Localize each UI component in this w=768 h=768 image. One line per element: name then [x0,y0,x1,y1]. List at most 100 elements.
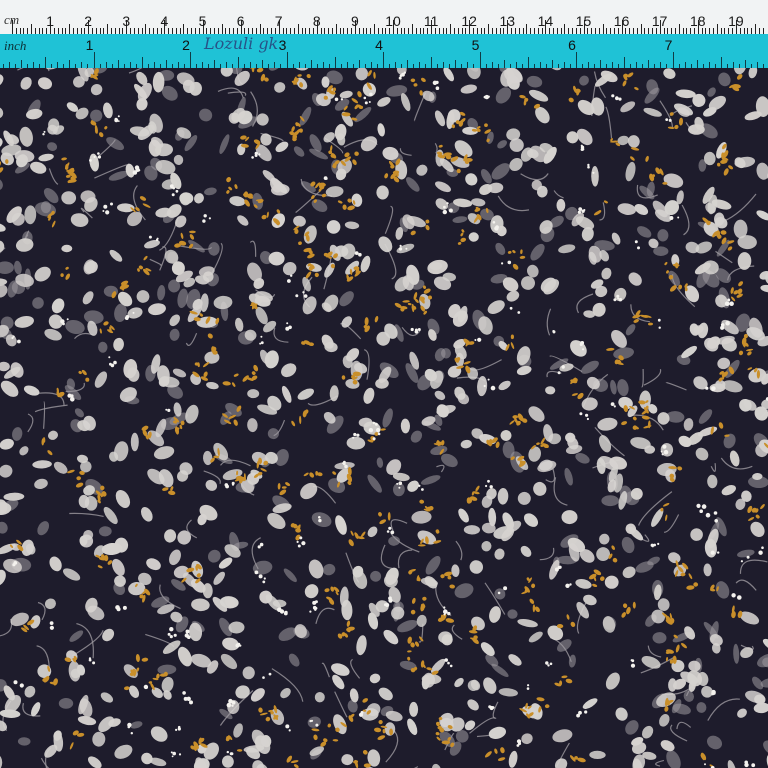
white-floret [299,536,303,540]
leaf-stem [707,698,740,721]
leaf [739,398,752,412]
leaf [628,272,642,286]
white-floret [310,719,314,722]
leaf-stem [647,645,662,658]
white-floret [344,464,348,469]
white-floret [731,593,736,598]
white-floret [587,163,590,167]
leaf [690,528,703,541]
inch-tick [238,57,240,68]
white-floret [580,144,583,147]
mustard-floret [445,618,455,623]
white-floret [260,335,263,338]
inch-number: 1 [85,37,94,53]
shadow-leaf [452,216,468,223]
mustard-floret [377,735,386,741]
inch-tick [503,60,505,68]
white-floret [668,118,672,122]
mustard-floret [76,476,81,481]
white-floret [705,512,711,518]
cm-tick [450,24,452,34]
cm-tick [412,24,414,34]
mustard-floret [47,450,53,456]
inch-tick [93,52,95,68]
mustard-floret [234,184,238,190]
mustard-floret [411,303,415,313]
inch-number: 6 [568,37,576,53]
white-floret [296,540,299,543]
leaf [517,618,538,628]
white-floret [517,741,522,746]
inch-tick [479,52,481,68]
white-floret [138,169,141,172]
leaf [508,750,518,768]
leaf [721,485,736,496]
mustard-floret [279,489,287,496]
shadow-leaf [367,474,382,493]
white-floret [414,328,418,332]
mustard-floret [143,255,148,261]
white-floret [725,320,730,326]
leaf [520,545,532,557]
white-floret [661,453,664,456]
white-floret [398,486,401,489]
mustard-floret [531,583,536,589]
mustard-floret [350,530,354,536]
leaf [581,397,598,411]
mustard-floret [261,214,267,220]
mustard-floret [484,751,492,758]
cm-number: 10 [385,13,401,29]
mustard-floret [662,503,670,507]
leaf [360,255,371,273]
white-floret [225,484,230,489]
white-floret [579,412,583,416]
leaf [529,89,549,102]
mustard-floret [402,300,410,303]
mustard-floret [233,373,239,377]
leaf [477,376,488,397]
leaf-stem [149,258,162,266]
leaf [48,430,58,440]
leaf-stem [384,205,394,234]
cm-tick [297,24,299,34]
mustard-floret [461,229,465,233]
leaf [591,166,599,187]
leaf [173,154,184,165]
shadow-leaf [706,735,723,750]
mustard-floret [577,392,584,400]
white-floret [124,316,129,320]
mustard-floret [410,78,416,83]
white-floret [62,322,65,326]
white-floret [309,610,312,613]
mustard-floret [226,190,230,194]
leaf-stem [643,369,662,386]
mustard-floret [760,504,765,510]
shadow-leaf [69,630,84,642]
cm-tick [31,24,33,34]
inch-tick [286,52,288,68]
mustard-floret [379,519,387,525]
white-floret [202,219,206,223]
leaf [90,84,103,96]
leaf [0,380,19,397]
leaf [668,552,681,564]
white-floret [230,752,234,756]
mustard-floret [341,375,346,380]
white-floret [487,378,490,381]
leaf [451,564,460,577]
white-floret [663,449,669,455]
cm-tick [678,24,680,34]
shadow-leaf [376,457,384,468]
inch-tick [310,60,312,68]
leaf [683,418,694,431]
mustard-floret [600,576,605,582]
white-floret [565,583,570,588]
mustard-floret [97,565,103,569]
inch-tick [358,60,360,68]
white-floret [285,326,290,331]
mustard-floret [529,598,535,604]
white-floret [254,570,259,575]
leaf [727,760,737,768]
cm-number: 18 [690,13,706,29]
mustard-floret [363,763,371,768]
